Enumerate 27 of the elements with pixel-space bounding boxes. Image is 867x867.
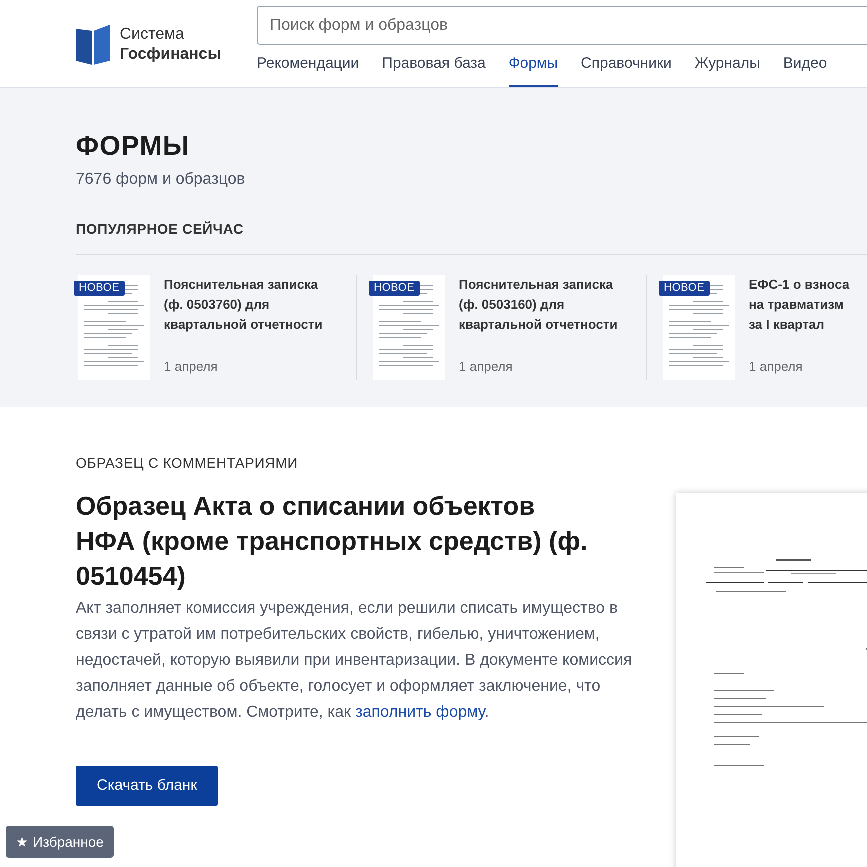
sample-title: Образец Акта о списании объектов НФА (кроме транспортных средств) (ф. 0510454)	[76, 490, 589, 593]
form-date: 1 апреля	[164, 358, 219, 376]
fill-form-link[interactable]: заполнить форму	[355, 704, 485, 721]
nav-tab[interactable]: Правовая база	[382, 53, 486, 86]
form-title-link[interactable]: Пояснительная записка (ф. 0503760) для квартальной отчетности	[164, 275, 323, 335]
form-title-link[interactable]: ЕФС-1 о взноса на травматизм за I квартал	[749, 275, 850, 335]
page-title: ФОРМЫ	[76, 130, 191, 163]
nav-tab[interactable]: Рекомендации	[257, 53, 360, 86]
sample-description: Акт заполняет комиссия учреждения, если решили списать имущество в связи с утратой им потребительских свойств, гибелью, уничтожением, недостачей, которую выявили при инвентаризации. В документе комиссия заполняет данные об объекте, голосует и оформляет заключение, что делать с имуществом. Смотрите, как заполнить форму.	[76, 599, 634, 723]
nav-tab[interactable]: Справочники	[581, 53, 672, 86]
new-badge: НОВОЕ	[369, 281, 420, 296]
new-badge: НОВОЕ	[74, 281, 125, 296]
form-date: 1 апреля	[749, 358, 804, 376]
new-badge: НОВОЕ	[659, 281, 710, 296]
section-heading: ПОПУЛЯРНОЕ СЕЙЧАС	[76, 220, 245, 239]
forms-count: 7676 форм и образцов	[76, 170, 246, 190]
logo-text: Система	[120, 24, 186, 44]
nav-tab[interactable]: Видео	[783, 53, 828, 86]
book-logo-icon	[76, 22, 112, 66]
search-field[interactable]: Поиск форм и образцов	[257, 6, 867, 45]
form-title-link[interactable]: Пояснительная записка (ф. 0503160) для квартальной отчетности	[459, 275, 618, 335]
logo-text: Госфинансы	[120, 44, 222, 64]
section-kicker: ОБРАЗЕЦ С КОММЕНТАРИЯМИ	[76, 454, 300, 473]
nav-tab[interactable]: Журналы	[694, 53, 760, 86]
favorites-button[interactable]: ★ Избранное	[6, 826, 114, 858]
download-button[interactable]: Скачать бланк	[76, 766, 218, 806]
form-date: 1 апреля	[459, 358, 514, 376]
